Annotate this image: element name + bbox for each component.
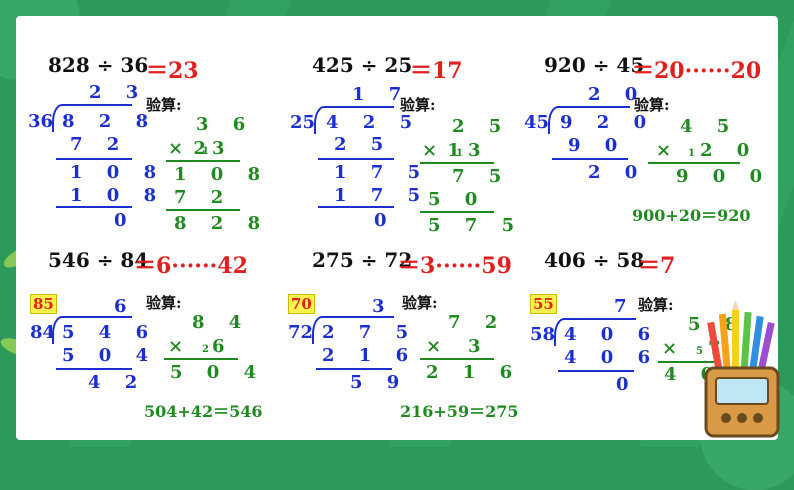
work-step: 2 5 [334,134,393,155]
check-factor: 7 2 [448,312,507,333]
verify-label: 验算: [402,294,438,312]
work-step: 1 0 8 [70,162,166,183]
verify-label: 验算: [146,96,182,114]
check-multiplier: × [168,336,186,357]
remainder: 4 2 [88,372,147,393]
remainder: 2 0 [588,162,647,183]
check-factor: 4 5 [680,116,739,137]
problem-answer: ＝17 [410,58,463,84]
work-step: 5 0 4 [62,345,158,366]
check-multiplier: × [662,338,680,359]
check-result: 5 7 5 [428,215,524,236]
work-step: 1 7 5 [334,162,430,183]
dividend: 9 2 0 [560,112,656,133]
divisor: 36 [28,111,54,132]
check-row: 7 2 [174,187,233,208]
dividend: 8 2 8 [62,111,158,132]
verify-label: 验算: [634,96,670,114]
remainder: 5 9 [350,372,409,393]
dividend: 4 0 6 [564,324,660,345]
cup-icon [704,366,780,438]
check-factor: 8 4 [192,312,251,333]
work-step: 1 0 8 [70,185,166,206]
problem-answer: ＝20······20 [632,58,762,84]
check-result: 9 0 0 [676,166,772,187]
remainder: 0 [374,210,396,231]
remainder: 0 [616,374,638,395]
estimate-badge: 55 [530,294,557,314]
divisor: 72 [288,322,314,343]
dividend: 4 2 5 [326,112,422,133]
check-equation: 900+20＝920 [632,206,751,225]
verify-label: 验算: [400,96,436,114]
check-row: 7 5 [452,166,511,187]
check-factor: 2 5 [452,116,511,137]
check-multiplier: × [656,140,674,161]
divisor: 45 [524,112,550,133]
quotient: 6 [114,296,136,317]
dividend: 5 4 6 [62,322,158,343]
estimate-badge: 85 [30,294,57,314]
work-step: 7 2 [70,134,129,155]
verify-label: 验算: [638,296,674,314]
quotient: 2 3 [89,82,148,103]
check-row: 5 0 [428,189,487,210]
remainder: 0 [114,210,136,231]
check-result: 2 1 6 [426,362,522,383]
work-step: 2 1 6 [322,345,418,366]
work-step: 9 0 [568,135,627,156]
estimate-badge: 70 [288,294,315,314]
divisor: 25 [290,112,316,133]
problem-expression: 425 ÷ 25 [312,53,413,77]
check-result: 8 2 8 [174,213,270,234]
dividend: 2 7 5 [322,322,418,343]
check-row: 1 0 8 [174,164,270,185]
problem-expression: 828 ÷ 36 [48,53,149,77]
worksheet-board: 828 ÷ 36 ＝23 2 3 36 8 2 8 7 2 1 0 8 1 0 … [16,16,778,440]
work-step: 4 0 6 [564,347,660,368]
problem-answer: ＝23 [146,58,199,84]
work-step: 1 7 5 [334,185,430,206]
pencil-cup-illustration [704,300,780,438]
divisor: 58 [530,324,556,345]
quotient: 3 [372,296,394,317]
problem-answer: ＝3······59 [398,253,512,279]
check-equation: 216+59＝275 [400,402,519,421]
quotient: 7 [614,296,636,317]
check-result: 5 0 4 [170,362,266,383]
problem-answer: ＝7 [638,253,676,279]
problem-expression: 920 ÷ 45 [544,53,645,77]
check-equation: 504+42＝546 [144,402,263,421]
problem-expression: 406 ÷ 58 [544,248,645,272]
verify-label: 验算: [146,294,182,312]
check-multiplier: × [426,336,444,357]
check-factor: 3 6 [196,114,255,135]
problem-answer: ＝6······42 [134,253,248,279]
